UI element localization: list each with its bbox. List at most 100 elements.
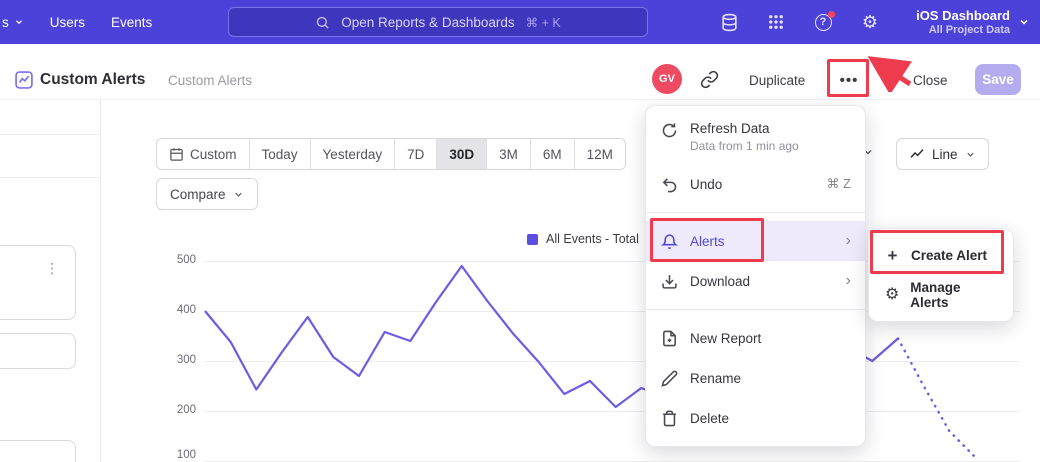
left-list-separator xyxy=(0,134,100,135)
menu-item-refresh-data[interactable]: Refresh Data Data from 1 min ago xyxy=(646,114,865,164)
help-icon[interactable]: ? xyxy=(813,12,833,32)
menu-item-label: Delete xyxy=(690,411,729,426)
menu-item-label: Alerts xyxy=(690,234,725,249)
panel-divider xyxy=(100,100,101,462)
legend-swatch xyxy=(527,234,538,245)
top-navbar: s Users Events Open Reports & Dashboards… xyxy=(0,0,1040,44)
menu-item-alerts[interactable]: Alerts › xyxy=(646,221,865,261)
saved-item-card[interactable] xyxy=(0,333,76,369)
menu-divider xyxy=(646,212,865,213)
chevron-down-icon xyxy=(965,149,976,160)
chevron-down-icon xyxy=(14,17,24,27)
app-window: s Users Events Open Reports & Dashboards… xyxy=(0,0,1040,462)
range-today[interactable]: Today xyxy=(249,139,310,169)
menu-item-label: Refresh Data xyxy=(690,121,799,136)
global-search-bar[interactable]: Open Reports & Dashboards ⌘ + K xyxy=(228,7,648,37)
link-icon xyxy=(700,70,719,89)
more-actions-menu: Refresh Data Data from 1 min ago Undo ⌘ … xyxy=(645,105,866,447)
menu-divider xyxy=(646,309,865,310)
chart-legend[interactable]: All Events - Total xyxy=(527,232,639,246)
project-name: iOS Dashboard xyxy=(916,8,1010,23)
range-7d[interactable]: 7D xyxy=(394,139,436,169)
date-range-segmented-control: Custom Today Yesterday 7D 30D 3M 6M 12M xyxy=(156,138,626,170)
submenu-item-label: Create Alert xyxy=(911,248,987,263)
menu-item-label: Undo xyxy=(690,177,722,192)
left-list-separator xyxy=(0,177,100,178)
menu-item-label: Rename xyxy=(690,371,741,386)
menu-item-undo[interactable]: Undo ⌘ Z xyxy=(646,164,865,204)
menu-item-subtitle: Data from 1 min ago xyxy=(690,139,799,153)
calendar-icon xyxy=(169,147,184,162)
menu-item-label: New Report xyxy=(690,331,761,346)
gear-icon: ⚙ xyxy=(884,287,900,304)
range-6m[interactable]: 6M xyxy=(530,139,574,169)
undo-icon xyxy=(660,175,678,193)
plus-icon: + xyxy=(884,247,901,264)
settings-icon[interactable]: ⚙ xyxy=(860,12,880,32)
gridline xyxy=(204,411,1020,412)
nav-item-partial-label: s xyxy=(2,15,9,30)
alert-bell-icon xyxy=(660,232,678,250)
gridline xyxy=(204,361,1020,362)
saved-item-card[interactable]: ⋮ xyxy=(0,245,76,320)
menu-item-delete[interactable]: Delete xyxy=(646,398,865,438)
chart-forecast-dotted-line xyxy=(898,339,975,458)
menu-item-new-report[interactable]: New Report xyxy=(646,318,865,358)
compare-button[interactable]: Compare xyxy=(156,178,258,210)
chevron-right-icon: › xyxy=(846,233,851,249)
notification-dot xyxy=(828,11,835,18)
menu-item-label: Download xyxy=(690,274,750,289)
search-placeholder: Open Reports & Dashboards xyxy=(341,15,514,30)
search-icon xyxy=(315,15,330,30)
y-axis-tick: 200 xyxy=(158,404,196,416)
y-axis-tick: 500 xyxy=(158,254,196,266)
download-icon xyxy=(660,272,678,290)
alerts-submenu: + Create Alert ⚙ Manage Alerts xyxy=(868,228,1014,322)
nav-left: s Users Events xyxy=(0,15,152,30)
project-scope: All Project Data xyxy=(916,24,1010,36)
range-3m[interactable]: 3M xyxy=(486,139,530,169)
range-12m[interactable]: 12M xyxy=(574,139,625,169)
kebab-menu-icon[interactable]: ⋮ xyxy=(45,260,59,277)
new-report-icon xyxy=(660,329,678,347)
avatar[interactable]: GV xyxy=(652,64,682,94)
report-header: Custom Alerts Custom Alerts GV Duplicate… xyxy=(0,44,1040,100)
saved-item-card[interactable] xyxy=(0,440,76,462)
menu-item-download[interactable]: Download › xyxy=(646,261,865,301)
nav-item-users[interactable]: Users xyxy=(50,15,85,30)
chevron-down-icon xyxy=(1018,16,1030,28)
pencil-icon xyxy=(660,369,678,387)
more-button[interactable]: ••• xyxy=(831,64,867,96)
close-button[interactable]: Close xyxy=(913,73,948,88)
y-axis-tick: 100 xyxy=(158,449,196,461)
project-selector[interactable]: iOS Dashboard All Project Data xyxy=(916,0,1030,44)
submenu-item-create-alert[interactable]: + Create Alert xyxy=(869,235,1013,275)
save-button[interactable]: Save xyxy=(975,64,1021,95)
chart-type-button[interactable]: Line xyxy=(896,138,989,170)
submenu-item-label: Manage Alerts xyxy=(910,280,998,310)
duplicate-button[interactable]: Duplicate xyxy=(749,73,805,88)
nav-item-partial[interactable]: s xyxy=(2,15,24,30)
nav-icons: ? ⚙ xyxy=(719,0,880,44)
refresh-icon xyxy=(660,121,678,139)
breadcrumb[interactable]: Custom Alerts xyxy=(168,73,252,88)
range-custom[interactable]: Custom xyxy=(157,139,249,169)
search-shortcut: ⌘ + K xyxy=(526,15,561,30)
data-icon[interactable] xyxy=(719,12,739,32)
menu-item-shortcut: ⌘ Z xyxy=(826,176,851,192)
menu-item-rename[interactable]: Rename xyxy=(646,358,865,398)
range-30d-selected[interactable]: 30D xyxy=(436,139,486,169)
y-axis-tick: 400 xyxy=(158,304,196,316)
trash-icon xyxy=(660,409,678,427)
range-yesterday[interactable]: Yesterday xyxy=(310,139,395,169)
chevron-down-icon xyxy=(233,189,244,200)
share-link-button[interactable] xyxy=(700,70,720,90)
apps-grid-icon[interactable] xyxy=(766,12,786,32)
line-chart-icon xyxy=(909,146,925,162)
y-axis-tick: 300 xyxy=(158,354,196,366)
page-title: Custom Alerts xyxy=(40,71,145,89)
submenu-item-manage-alerts[interactable]: ⚙ Manage Alerts xyxy=(869,275,1013,315)
chevron-right-icon: › xyxy=(846,273,851,289)
legend-label: All Events - Total xyxy=(546,232,639,246)
nav-item-events[interactable]: Events xyxy=(111,15,152,30)
